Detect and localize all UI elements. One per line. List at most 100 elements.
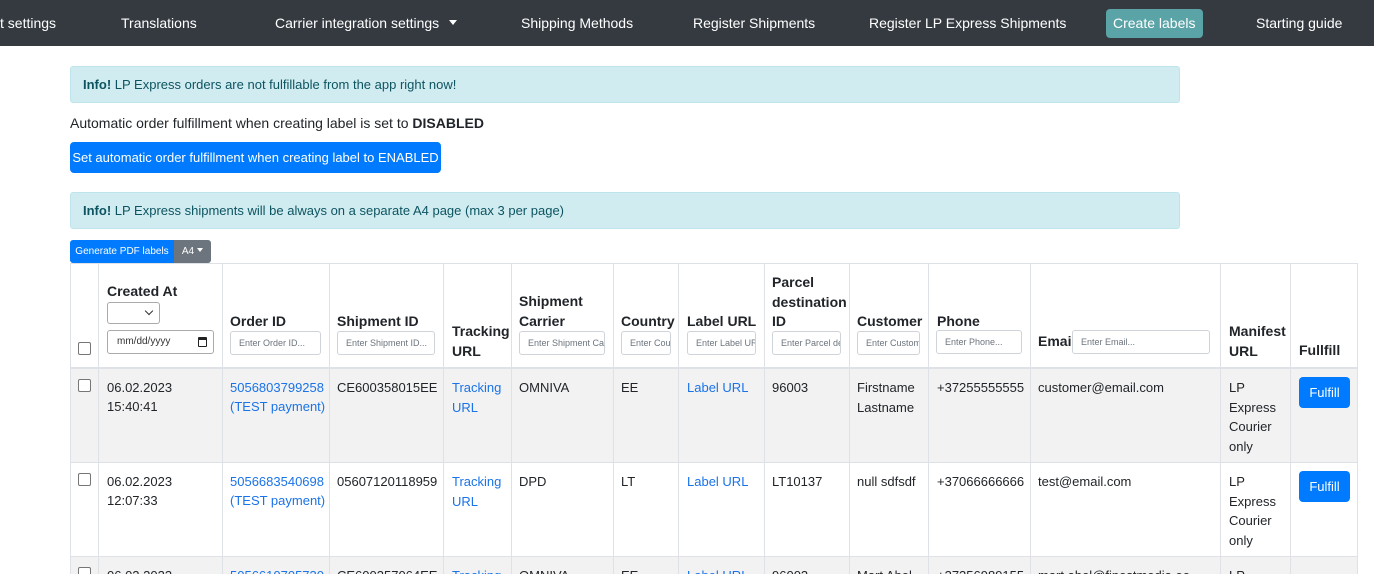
- phone: +37256989155: [937, 566, 1024, 574]
- row-checkbox[interactable]: [78, 473, 91, 486]
- email: test@email.com: [1038, 474, 1132, 489]
- page-format-label: A4: [181, 246, 195, 257]
- created-at-filter-select[interactable]: [107, 302, 160, 324]
- label-url-link[interactable]: Label URL: [687, 566, 748, 574]
- header-created-at: Created At: [107, 283, 178, 299]
- country: EE: [621, 566, 638, 574]
- table-col-border: [928, 263, 929, 574]
- row-checkbox[interactable]: [78, 379, 91, 392]
- tracking-url-link[interactable]: Tracking URL: [452, 472, 508, 511]
- email: mart.abel@finestmedia.ee: [1038, 566, 1190, 574]
- carrier: OMNIVA: [519, 566, 569, 574]
- alert-text: LP Express shipments will be always on a…: [111, 203, 564, 218]
- order-id-link[interactable]: 5056803799258: [230, 378, 324, 398]
- order-id-filter-input[interactable]: Enter Order ID...: [230, 331, 321, 355]
- phone: +37255555555: [937, 380, 1025, 395]
- label-url-link[interactable]: Label URL: [687, 472, 748, 492]
- nav-item-translations[interactable]: Translations: [121, 0, 197, 46]
- manifest-url: LP Express Courier only: [1229, 380, 1276, 454]
- created-at-date-input[interactable]: mm/dd/yyyy: [107, 330, 214, 354]
- nav-item-shipping-methods[interactable]: Shipping Methods: [521, 0, 633, 46]
- tracking-url-link[interactable]: Tracking URL: [452, 378, 508, 417]
- table-col-border: [98, 263, 99, 574]
- parcel-destination-id: 96003: [772, 566, 808, 574]
- order-note-link[interactable]: (TEST payment): [230, 491, 325, 511]
- created-date: 06.02.2023: [107, 566, 172, 574]
- table-col-border: [1357, 263, 1358, 574]
- info-alert-lp-express: Info! LP Express orders are not fulfilla…: [70, 66, 1180, 103]
- select-all-checkbox[interactable]: [78, 342, 91, 355]
- chevron-down-icon: [197, 248, 204, 253]
- label-url-filter-input[interactable]: Enter Label URL...: [687, 331, 756, 355]
- table-col-border: [1030, 263, 1031, 574]
- table-col-border: [1220, 263, 1221, 574]
- nav-item-carrier-label: Carrier integration settings: [275, 15, 440, 31]
- page-format-dropdown[interactable]: A4: [174, 240, 211, 263]
- customer-name: null sdfsdf: [857, 474, 916, 489]
- table-col-border: [1290, 263, 1291, 574]
- fulfill-button[interactable]: Fulfill: [1299, 471, 1350, 502]
- chevron-down-icon: [144, 306, 154, 316]
- table-col-border: [613, 263, 614, 574]
- table-col-border: [443, 263, 444, 574]
- order-id-link[interactable]: 5056683540698: [230, 472, 324, 492]
- nav-item-carrier-integration[interactable]: Carrier integration settings: [275, 0, 458, 46]
- carrier: OMNIVA: [519, 380, 570, 395]
- nav-item-register-lp-express[interactable]: Register LP Express Shipments: [869, 0, 1066, 46]
- header-order-id: Order ID: [230, 313, 287, 329]
- nav-item-starting-guide[interactable]: Starting guide: [1256, 0, 1342, 46]
- table-col-border: [329, 263, 330, 574]
- tracking-url-link[interactable]: Tracking: [452, 566, 501, 574]
- created-date: 06.02.2023: [107, 380, 173, 395]
- table-row-border: [70, 462, 1358, 463]
- manifest-url: LP Express Courier only: [1229, 474, 1276, 548]
- alert-strong: Info!: [83, 203, 112, 218]
- nav-item-settings[interactable]: t settings: [0, 0, 56, 46]
- fulfillment-status: Automatic order fulfillment when creatin…: [70, 115, 484, 131]
- generate-pdf-labels-button[interactable]: Generate PDF labels: [70, 240, 174, 263]
- fulfillment-status-text: Automatic order fulfillment when creatin…: [70, 115, 413, 131]
- country: LT: [621, 474, 636, 489]
- shipment-id-filter-input[interactable]: Enter Shipment ID...: [337, 331, 435, 355]
- table-col-border: [222, 263, 223, 574]
- phone-filter-input[interactable]: Enter Phone...: [936, 330, 1022, 354]
- header-email: Email: [1038, 333, 1076, 349]
- nav-item-create-labels[interactable]: Create labels: [1106, 9, 1203, 38]
- nav-item-register-shipments[interactable]: Register Shipments: [693, 0, 815, 46]
- date-placeholder: mm/dd/yyyy: [117, 336, 171, 347]
- fulfill-button[interactable]: Fulfill: [1299, 377, 1350, 408]
- customer-name: Mart Abel: [857, 566, 912, 574]
- carrier-filter-input[interactable]: Enter Shipment Carrier...: [519, 331, 605, 355]
- table-col-border: [70, 263, 71, 574]
- calendar-icon[interactable]: [198, 337, 207, 347]
- header-parcel-destination-id: Parcel destination ID: [772, 274, 847, 329]
- header-shipment-id: Shipment ID: [337, 313, 419, 329]
- shipment-id: CE600357064EE: [337, 566, 437, 574]
- header-manifest-url: Manifest URL: [1229, 323, 1286, 359]
- manifest-url: LP: [1229, 566, 1245, 574]
- country: EE: [621, 380, 639, 395]
- phone: +37066666666: [937, 474, 1025, 489]
- table-col-border: [849, 263, 850, 574]
- customer-filter-input[interactable]: Enter Customer...: [857, 331, 920, 355]
- email-filter-input[interactable]: Enter Email...: [1072, 330, 1210, 354]
- top-navbar: t settings Translations Carrier integrat…: [0, 0, 1374, 46]
- parcel-filter-input[interactable]: Enter Parcel destination ID...: [772, 331, 841, 355]
- created-date: 06.02.2023: [107, 474, 173, 489]
- label-url-link[interactable]: Label URL: [687, 378, 748, 398]
- order-note-link[interactable]: (TEST payment): [230, 397, 325, 417]
- table-row-border: [70, 556, 1358, 557]
- shipment-id: CE600358015EE: [337, 380, 438, 395]
- row-checkbox[interactable]: [78, 567, 91, 574]
- alert-strong: Info!: [83, 77, 112, 92]
- table-border: [70, 263, 1358, 264]
- shipment-id: 05607120118959: [337, 474, 438, 489]
- created-time: 12:07:33: [107, 493, 158, 508]
- enable-auto-fulfillment-button[interactable]: Set automatic order fulfillment when cre…: [70, 142, 441, 173]
- order-id-link[interactable]: 5056610705730: [230, 566, 324, 574]
- parcel-destination-id: 96003: [772, 380, 809, 395]
- table-col-border: [764, 263, 765, 574]
- country-filter-input[interactable]: Enter Country...: [621, 331, 671, 355]
- parcel-destination-id: LT10137: [772, 474, 823, 489]
- fulfillment-state: DISABLED: [412, 115, 484, 131]
